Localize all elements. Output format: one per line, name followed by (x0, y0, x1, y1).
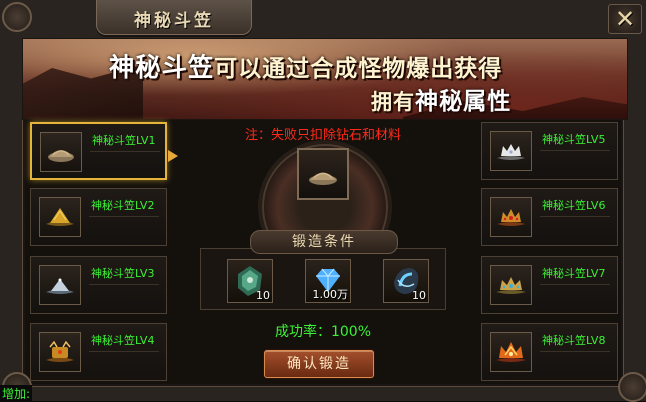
success-rate: 成功率：100% (196, 321, 450, 341)
title-bar: 神秘斗笠 (96, 0, 252, 35)
item-label: 神秘斗笠LV7 (542, 267, 606, 280)
item-slot-lv5[interactable]: 神秘斗笠LV5 (481, 122, 618, 180)
item-slot-lv2[interactable]: 神秘斗笠LV2 (30, 188, 167, 246)
item-label: 神秘斗笠LV8 (542, 334, 606, 347)
conditions-title: 锻造条件 (250, 230, 398, 254)
sand-pile-icon (309, 172, 337, 185)
divider (540, 216, 610, 217)
frame-corner-ornament (618, 372, 646, 402)
banner-text: 可以通过合成怪物爆出获得 (214, 56, 503, 82)
conditions-box: 10 1.00万 10 (200, 248, 446, 310)
forge-window: 神秘斗笠 ✕ 神秘斗笠可以通过合成怪物爆出获得 拥有神秘属性 神秘斗笠LV1 神… (0, 0, 646, 402)
target-item-slot[interactable] (297, 148, 349, 200)
item-slot-lv6[interactable]: 神秘斗笠LV6 (481, 188, 618, 246)
item-label: 神秘斗笠LV3 (91, 267, 155, 280)
flame-crown-icon (490, 332, 532, 372)
item-label: 神秘斗笠LV1 (92, 134, 156, 147)
banner-highlight: 神秘属性 (415, 89, 512, 115)
item-slot-lv7[interactable]: 神秘斗笠LV7 (481, 256, 618, 314)
success-rate-label: 成功率： (274, 324, 331, 340)
divider (540, 150, 610, 151)
window-title: 神秘斗笠 (134, 11, 214, 31)
divider (89, 351, 159, 352)
divider (90, 151, 160, 152)
white-crown-hat-icon (490, 131, 532, 171)
sand-pile-icon (40, 132, 82, 172)
selection-arrow-icon (168, 150, 178, 162)
frame-corner-ornament (2, 2, 32, 32)
item-label: 神秘斗笠LV6 (542, 199, 606, 212)
forge-panel: 注：失败只扣除钻石和材料 10 1.00万 10 锻造条件 成功率：100% 确… (196, 122, 450, 395)
golden-straw-hat-icon (39, 197, 81, 237)
item-slot-lv1[interactable]: 神秘斗笠LV1 (30, 122, 167, 180)
material-count: 10 (412, 289, 426, 302)
ornate-gold-hat-icon (39, 332, 81, 372)
material-count: 10 (256, 289, 270, 302)
item-label: 神秘斗笠LV5 (542, 133, 606, 146)
banner-line-2: 拥有神秘属性 (371, 82, 511, 116)
material-slot[interactable]: 10 (227, 259, 273, 303)
item-label: 神秘斗笠LV4 (91, 334, 155, 347)
silver-straw-hat-icon (39, 265, 81, 305)
close-icon[interactable]: ✕ (608, 4, 642, 34)
banner-text: 拥有 (371, 90, 415, 114)
divider (540, 284, 610, 285)
material-count: 1.00万 (312, 288, 349, 301)
confirm-forge-button[interactable]: 确认锻造 (264, 350, 374, 378)
material-slot[interactable]: 1.00万 (305, 259, 351, 303)
info-banner: 神秘斗笠可以通过合成怪物爆出获得 拥有神秘属性 (22, 38, 628, 120)
footer-text: 增加: (0, 385, 33, 402)
divider (540, 351, 610, 352)
red-gold-crown-icon (490, 197, 532, 237)
failure-note: 注：失败只扣除钻石和材料 (244, 128, 401, 143)
divider (89, 284, 159, 285)
material-slot[interactable]: 10 (383, 259, 429, 303)
banner-highlight: 神秘斗笠 (109, 53, 215, 82)
success-rate-value: 100% (330, 324, 372, 340)
item-slot-lv3[interactable]: 神秘斗笠LV3 (30, 256, 167, 314)
item-slot-lv8[interactable]: 神秘斗笠LV8 (481, 323, 618, 381)
banner-line-1: 神秘斗笠可以通过合成怪物爆出获得 (109, 48, 502, 84)
blue-gold-crown-icon (490, 265, 532, 305)
item-label: 神秘斗笠LV2 (91, 199, 155, 212)
divider (89, 216, 159, 217)
item-slot-lv4[interactable]: 神秘斗笠LV4 (30, 323, 167, 381)
